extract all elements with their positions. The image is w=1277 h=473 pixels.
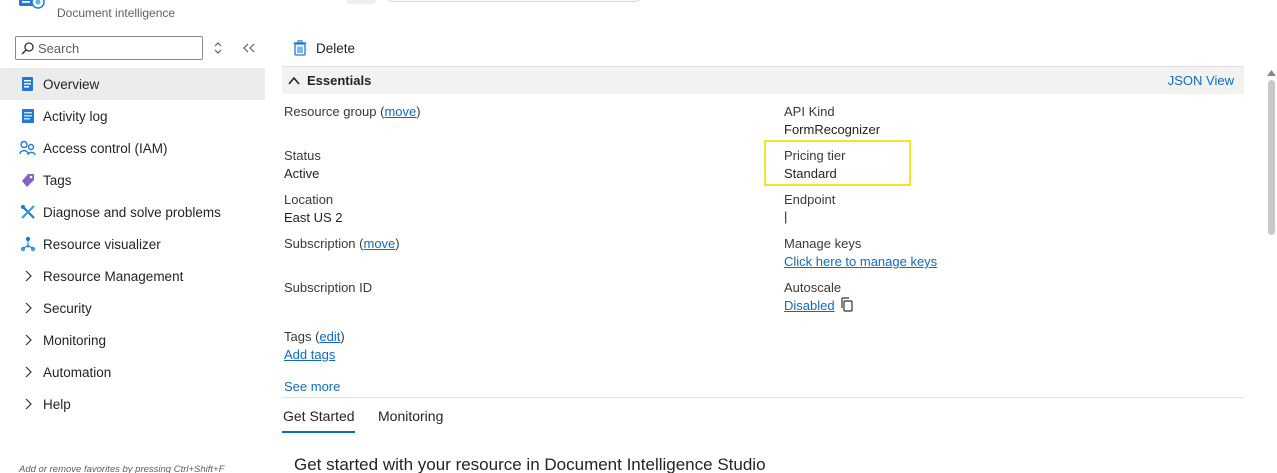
resource-menu: Document intelligence Overview — [0, 0, 266, 473]
api-kind-label: API Kind — [784, 104, 835, 119]
delete-button[interactable]: Delete — [293, 38, 355, 58]
pricing-tier-highlight — [764, 140, 911, 186]
collapse-menu-icon[interactable] — [242, 42, 256, 54]
top-banner-pill[interactable] — [386, 0, 642, 2]
search-input[interactable] — [38, 40, 198, 56]
sidebar-item-access-control[interactable]: Access control (IAM) — [0, 132, 265, 164]
nav-list: Overview Activity log Access control (IA… — [0, 68, 265, 420]
copy-icon[interactable] — [840, 297, 854, 312]
essentials-toggle[interactable]: Essentials — [288, 73, 371, 88]
subscription-move-link[interactable]: move — [364, 236, 396, 251]
autoscale-label: Autoscale — [784, 280, 842, 295]
sidebar-item-label: Tags — [43, 172, 72, 188]
hierarchy-icon — [19, 236, 36, 253]
active-tab-indicator — [282, 431, 355, 433]
location-label: Location — [284, 192, 334, 207]
chevron-right-icon — [19, 332, 36, 349]
status-label: Status — [284, 148, 321, 163]
chevron-right-icon — [19, 300, 36, 317]
add-tags-link[interactable]: Add tags — [284, 347, 335, 362]
search-icon — [21, 41, 34, 54]
expand-collapse-icon[interactable] — [212, 41, 224, 55]
favorites-hint: Add or remove favorites by pressing Ctrl… — [19, 464, 225, 473]
sidebar-item-activity-log[interactable]: Activity log — [0, 100, 265, 132]
sidebar-group-automation[interactable]: Automation — [0, 356, 265, 388]
trash-icon — [293, 40, 307, 56]
tags-edit-link[interactable]: edit — [319, 329, 340, 344]
essentials-title: Essentials — [307, 73, 372, 88]
sidebar-item-label: Overview — [43, 76, 100, 92]
sidebar-item-label: Resource Management — [43, 268, 184, 284]
essentials-header: Essentials JSON View — [282, 66, 1244, 94]
sidebar-item-label: Diagnose and solve problems — [43, 204, 221, 220]
api-kind-value: FormRecognizer — [784, 122, 881, 137]
azure-portal-page: Document intelligence Overview — [0, 0, 1277, 473]
see-more-link[interactable]: See more — [284, 379, 340, 394]
menu-search-box[interactable] — [15, 36, 203, 60]
sidebar-group-monitoring[interactable]: Monitoring — [0, 324, 265, 356]
sidebar-item-label: Help — [43, 396, 71, 412]
endpoint-value: | — [784, 209, 788, 224]
resource-group-label: Resource group — [284, 104, 377, 119]
sidebar-item-label: Monitoring — [43, 332, 107, 348]
tags-field: Tags (edit) — [284, 329, 345, 344]
sidebar-item-label: Automation — [43, 364, 112, 380]
top-toolbar-button[interactable] — [346, 0, 376, 4]
location-value: East US 2 — [284, 210, 343, 225]
service-type-label: Document intelligence — [57, 6, 176, 20]
scrollbar-thumb[interactable] — [1268, 80, 1275, 235]
sidebar-item-diagnose[interactable]: Diagnose and solve problems — [0, 196, 265, 228]
resource-group-field: Resource group (move) — [284, 104, 421, 119]
chevron-up-icon — [288, 76, 300, 85]
sidebar-item-label: Access control (IAM) — [43, 140, 168, 156]
resource-group-move-link[interactable]: move — [384, 104, 416, 119]
tab-monitoring[interactable]: Monitoring — [378, 408, 443, 424]
essentials-divider — [282, 397, 1244, 398]
sidebar-group-resource-management[interactable]: Resource Management — [0, 260, 265, 292]
tag-icon — [19, 172, 36, 189]
wrench-icon — [19, 204, 36, 221]
sidebar-item-label: Resource visualizer — [43, 236, 161, 252]
autoscale-value-link[interactable]: Disabled — [784, 298, 835, 313]
sidebar-item-label: Activity log — [43, 108, 108, 124]
sidebar-group-security[interactable]: Security — [0, 292, 265, 324]
chevron-right-icon — [19, 396, 36, 413]
sidebar-item-label: Security — [43, 300, 92, 316]
document-intelligence-icon — [19, 0, 45, 9]
scroll-up-arrow-icon[interactable] — [1267, 70, 1276, 76]
endpoint-label: Endpoint — [784, 192, 836, 207]
json-view-link[interactable]: JSON View — [1168, 73, 1234, 88]
tab-get-started[interactable]: Get Started — [283, 408, 355, 424]
manage-keys-label: Manage keys — [784, 236, 862, 251]
delete-label: Delete — [316, 40, 356, 56]
subscription-id-label: Subscription ID — [284, 280, 373, 295]
people-icon — [19, 140, 36, 157]
subscription-field: Subscription (move) — [284, 236, 400, 251]
sidebar-item-resource-visualizer[interactable]: Resource visualizer — [0, 228, 265, 260]
manage-keys-link[interactable]: Click here to manage keys — [784, 254, 937, 269]
status-value: Active — [284, 166, 320, 181]
chevron-right-icon — [19, 364, 36, 381]
activity-log-icon — [19, 108, 36, 125]
sidebar-item-tags[interactable]: Tags — [0, 164, 265, 196]
tags-label: Tags — [284, 329, 312, 344]
get-started-heading: Get started with your resource in Docume… — [294, 455, 766, 473]
sidebar-group-help[interactable]: Help — [0, 388, 265, 420]
chevron-right-icon — [19, 268, 36, 285]
overview-icon — [19, 76, 36, 93]
subscription-label: Subscription — [284, 236, 356, 251]
sidebar-item-overview[interactable]: Overview — [0, 68, 265, 100]
